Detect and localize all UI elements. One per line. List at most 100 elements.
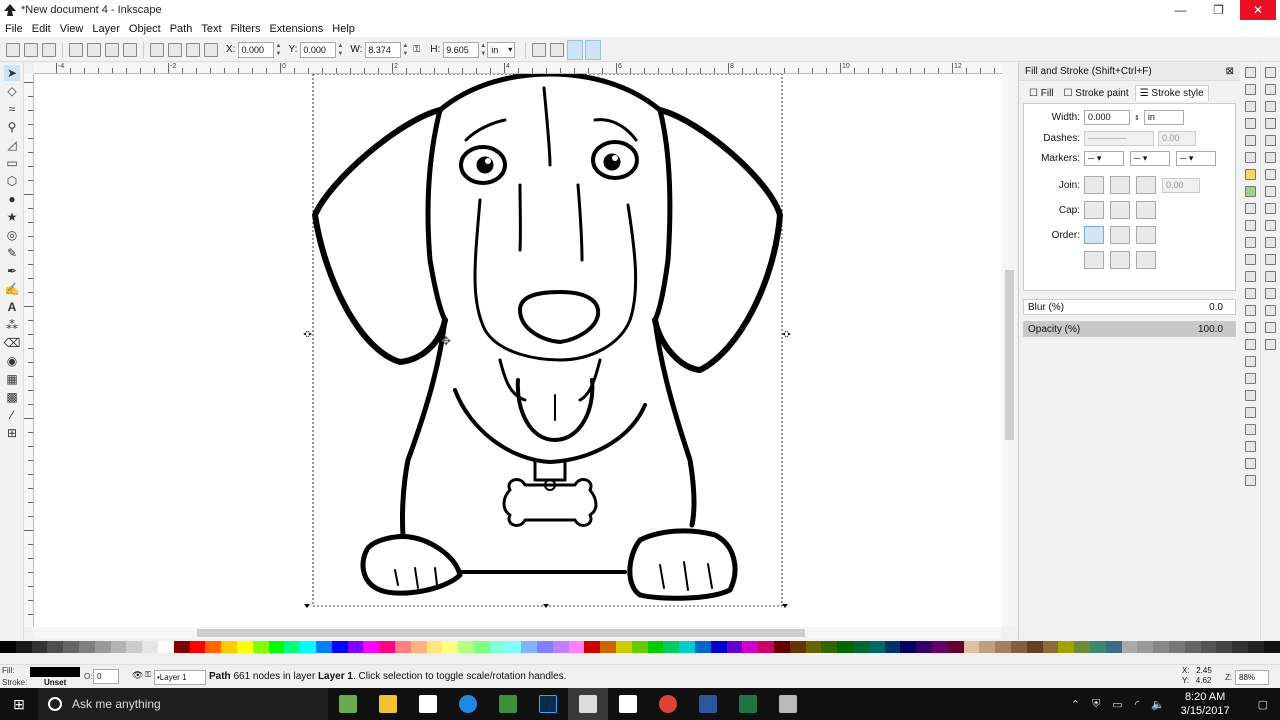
palette-swatch[interactable] xyxy=(394,641,411,653)
zoom-tool-icon[interactable]: ⚲ xyxy=(4,119,20,135)
palette-swatch[interactable] xyxy=(505,641,522,653)
stroke-width-spinner[interactable]: ⇕ xyxy=(1134,114,1140,122)
snap-centers-icon[interactable] xyxy=(1265,254,1276,265)
palette-swatch[interactable] xyxy=(1184,641,1201,653)
join-bevel-button[interactable] xyxy=(1136,176,1156,194)
palette-swatch[interactable] xyxy=(1200,641,1217,653)
palette-swatch[interactable] xyxy=(410,641,427,653)
zoom-page-icon[interactable] xyxy=(1244,288,1256,299)
dock-close-icon[interactable]: ⊠ xyxy=(1226,66,1234,77)
palette-swatch[interactable] xyxy=(884,641,901,653)
new-document-icon[interactable] xyxy=(1244,67,1256,78)
palette-swatch[interactable] xyxy=(189,641,206,653)
snap-toggle-icon[interactable] xyxy=(1265,67,1276,78)
zoom-input[interactable]: 88% xyxy=(1235,670,1269,685)
paste-icon[interactable] xyxy=(1244,237,1256,248)
fill-swatch[interactable] xyxy=(30,667,80,677)
taskbar-excel[interactable] xyxy=(728,688,768,720)
palette-swatch[interactable] xyxy=(837,641,854,653)
palette-swatch[interactable] xyxy=(94,641,111,653)
palette-swatch[interactable] xyxy=(963,641,980,653)
group-icon[interactable] xyxy=(1244,356,1256,367)
cap-round-button[interactable] xyxy=(1110,201,1130,219)
text-font-icon[interactable] xyxy=(1244,407,1256,418)
mesh-tool-icon[interactable]: ▩ xyxy=(4,389,20,405)
lock-icon[interactable]: ⚿ xyxy=(145,670,151,680)
battery-icon[interactable]: ▭ xyxy=(1112,698,1122,711)
menu-filters[interactable]: Filters xyxy=(231,23,261,35)
palette-swatch[interactable] xyxy=(78,641,95,653)
palette-swatch[interactable] xyxy=(1058,641,1075,653)
taskbar-store[interactable] xyxy=(408,688,448,720)
x-input[interactable]: 0.000 xyxy=(238,41,275,58)
selector-tool-icon[interactable]: ➤ xyxy=(4,65,20,81)
node-tool-icon[interactable]: ◇ xyxy=(4,83,20,99)
3d-box-tool-icon[interactable]: ⬡ xyxy=(4,173,20,189)
snap-grid-icon[interactable] xyxy=(1265,322,1276,333)
palette-swatch[interactable] xyxy=(1153,641,1169,653)
scroll-thumb[interactable] xyxy=(197,629,805,637)
zoom-selection-icon[interactable] xyxy=(1244,254,1256,265)
palette-swatch[interactable] xyxy=(363,641,380,653)
cap-square-button[interactable] xyxy=(1136,201,1156,219)
order-markers-stroke-button[interactable] xyxy=(1136,251,1156,269)
order-markers-fill-button[interactable] xyxy=(1084,251,1104,269)
palette-swatch[interactable] xyxy=(774,641,790,653)
measure-tool-icon[interactable]: ◿ xyxy=(4,137,20,153)
palette-swatch[interactable] xyxy=(979,641,996,653)
raise-icon[interactable] xyxy=(168,42,182,57)
rotate-ccw-icon[interactable] xyxy=(69,42,83,57)
snap-guide-icon[interactable] xyxy=(1265,339,1276,350)
stroke-unit-select[interactable]: in xyxy=(1143,110,1184,125)
close-button[interactable]: ✕ xyxy=(1240,0,1276,20)
snap-paths-icon[interactable] xyxy=(1265,169,1276,180)
palette-swatch[interactable] xyxy=(300,641,316,653)
print-icon[interactable] xyxy=(1244,118,1256,129)
scroll-thumb[interactable] xyxy=(1005,270,1014,440)
action-center-icon[interactable]: ▢ xyxy=(1258,698,1268,711)
pencil-tool-icon[interactable]: ✎ xyxy=(4,245,20,261)
save-icon[interactable] xyxy=(1244,101,1256,112)
taskbar-app-5[interactable] xyxy=(488,688,528,720)
flip-vertical-icon[interactable] xyxy=(123,42,137,57)
horizontal-scrollbar[interactable] xyxy=(34,627,1002,639)
palette-swatch[interactable] xyxy=(47,641,64,653)
palette-swatch[interactable] xyxy=(1011,641,1027,653)
end-marker-select[interactable]: ─ ▾ xyxy=(1176,151,1216,166)
star-tool-icon[interactable]: ★ xyxy=(4,209,20,225)
palette-swatch[interactable] xyxy=(458,641,474,653)
menu-path[interactable]: Path xyxy=(170,23,193,35)
palette-swatch[interactable] xyxy=(900,641,917,653)
tab-stroke-paint[interactable]: ☐ Stroke paint xyxy=(1060,86,1133,101)
taskbar-word[interactable] xyxy=(688,688,728,720)
palette-swatch[interactable] xyxy=(236,641,253,653)
calligraphy-tool-icon[interactable]: ✍ xyxy=(4,281,20,297)
taskbar-edge[interactable] xyxy=(448,688,488,720)
palette-swatch[interactable] xyxy=(868,641,885,653)
dashes-select[interactable]: ────── xyxy=(1084,131,1154,146)
y-spinner[interactable]: ▲ ▼ xyxy=(336,42,344,58)
palette-swatch[interactable] xyxy=(663,641,680,653)
deselect-icon[interactable] xyxy=(42,42,56,57)
stroke-width-input[interactable]: 0.000 xyxy=(1084,110,1130,125)
palette-swatch[interactable] xyxy=(995,641,1011,653)
palette-swatch[interactable] xyxy=(726,641,743,653)
snap-rotation-icon[interactable] xyxy=(1265,271,1276,282)
scale-stroke-icon[interactable] xyxy=(532,42,547,57)
xml-editor-icon[interactable] xyxy=(1244,441,1256,452)
start-marker-select[interactable]: ─ ▾ xyxy=(1084,151,1124,166)
width-input[interactable]: 8.374 xyxy=(365,41,402,58)
palette-swatch[interactable] xyxy=(710,641,727,653)
spray-tool-icon[interactable]: ⁂ xyxy=(4,317,20,333)
ungroup-icon[interactable] xyxy=(1244,373,1256,384)
menu-help[interactable]: Help xyxy=(332,23,355,35)
redo-icon[interactable] xyxy=(1244,186,1256,197)
visibility-eye-icon[interactable]: 👁 xyxy=(132,670,143,681)
join-round-button[interactable] xyxy=(1110,176,1130,194)
snap-cusp-icon[interactable] xyxy=(1265,203,1276,214)
palette-swatch[interactable] xyxy=(947,641,964,653)
raise-to-top-icon[interactable] xyxy=(150,42,164,57)
x-spinner[interactable]: ▲ ▼ xyxy=(274,42,282,58)
palette-swatch[interactable] xyxy=(1026,641,1043,653)
unlink-clone-icon[interactable] xyxy=(1244,339,1256,350)
